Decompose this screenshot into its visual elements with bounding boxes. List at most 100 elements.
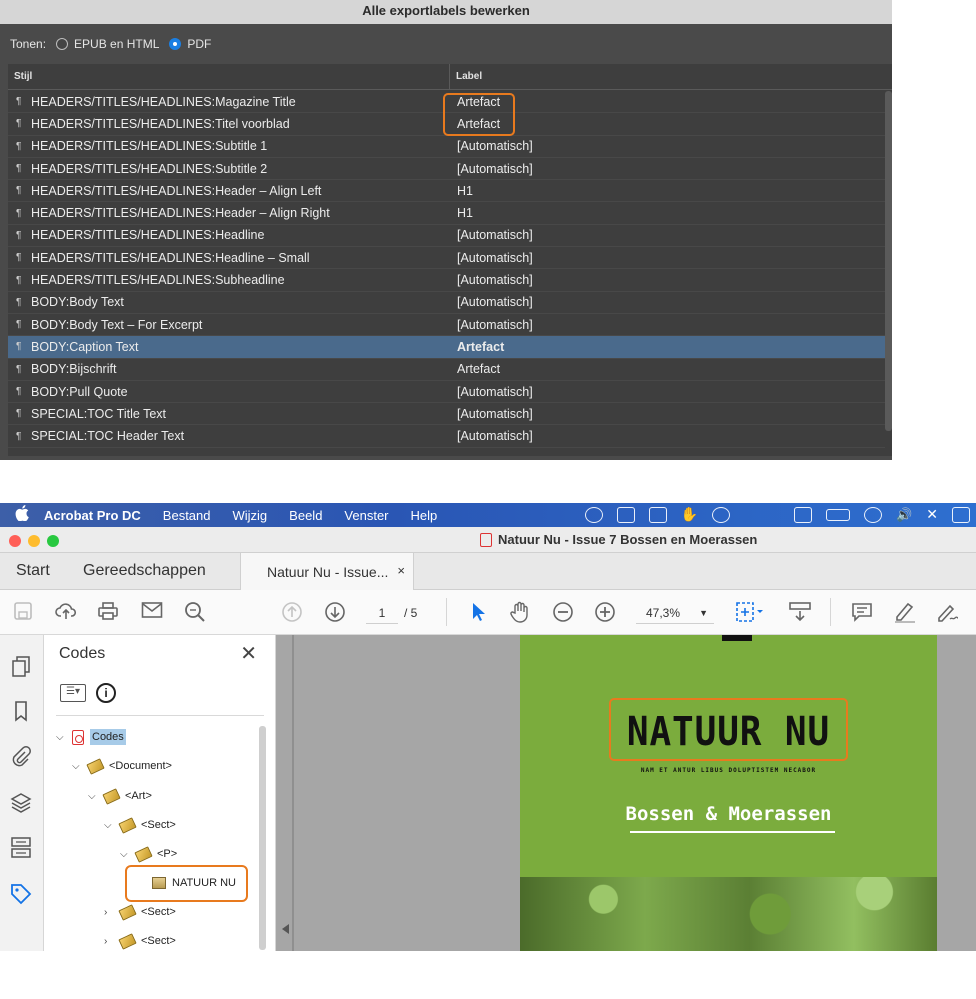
close-window-button[interactable] bbox=[9, 535, 21, 547]
table-row[interactable]: ¶ SPECIAL:TOC Title Text [Automatisch] bbox=[8, 403, 885, 426]
tree-item[interactable]: ⌵ Codes bbox=[56, 726, 126, 748]
zoom-window-button[interactable] bbox=[47, 535, 59, 547]
row-label-value[interactable]: [Automatisch] bbox=[456, 228, 533, 242]
hand-icon[interactable]: ✋ bbox=[681, 506, 698, 523]
tree-item[interactable]: › <Sect> bbox=[104, 930, 176, 952]
table-row[interactable]: ¶ HEADERS/TITLES/HEADLINES:Headline [Autom… bbox=[8, 225, 885, 248]
volume-icon[interactable]: 🔊 bbox=[896, 507, 912, 523]
radio-epub-html[interactable] bbox=[56, 38, 69, 50]
tree-item[interactable]: ⌵ <P> bbox=[120, 843, 177, 865]
menu-window[interactable]: Venster bbox=[344, 508, 388, 523]
menu-view[interactable]: Beeld bbox=[289, 508, 322, 523]
scroll-mode-icon[interactable] bbox=[788, 601, 811, 623]
minimize-window-button[interactable] bbox=[28, 535, 40, 547]
zoom-out-icon[interactable] bbox=[552, 601, 574, 623]
tree-item[interactable]: › <Sect> bbox=[104, 901, 176, 923]
table-row[interactable]: ¶ BODY:Body Text – For Excerpt [Automatisc… bbox=[8, 314, 885, 337]
radio-pdf[interactable] bbox=[169, 38, 182, 50]
table-row[interactable]: ¶ BODY:Bijschrift Artefact bbox=[8, 359, 885, 381]
table-row[interactable]: ¶ BODY:Caption Text Artefact bbox=[8, 336, 885, 359]
row-label-value[interactable]: Artefact bbox=[456, 362, 500, 376]
panel-resize-handle[interactable] bbox=[292, 635, 294, 951]
select-cursor-icon[interactable] bbox=[467, 601, 489, 623]
cloud-upload-icon[interactable] bbox=[55, 601, 77, 623]
zoom-in-icon[interactable] bbox=[594, 601, 616, 623]
row-label-value[interactable]: [Automatisch] bbox=[456, 385, 533, 399]
menu-file[interactable]: Bestand bbox=[163, 508, 211, 523]
row-label-value[interactable]: [Automatisch] bbox=[456, 162, 533, 176]
page-number-input[interactable]: 1 bbox=[366, 602, 398, 624]
close-icon[interactable]: ✕ bbox=[240, 641, 257, 666]
panel-scrollbar[interactable] bbox=[259, 726, 266, 950]
fit-page-icon[interactable] bbox=[735, 601, 763, 623]
apple-menu-icon[interactable] bbox=[0, 504, 44, 526]
chevron-down-icon[interactable]: ⌵ bbox=[88, 791, 98, 802]
row-label-value[interactable]: H1 bbox=[456, 184, 473, 198]
comment-icon[interactable] bbox=[851, 601, 873, 623]
table-row[interactable]: ¶ HEADERS/TITLES/HEADLINES:Subheadline [Au… bbox=[8, 269, 885, 292]
chevron-down-icon[interactable]: ⌵ bbox=[120, 849, 130, 860]
next-page-icon[interactable] bbox=[324, 601, 346, 623]
table-row[interactable]: ¶ BODY:Body Text [Automatisch] bbox=[8, 292, 885, 314]
table-row[interactable]: ¶ BODY:Pull Quote [Automatisch] bbox=[8, 381, 885, 404]
chevron-down-icon[interactable]: ⌵ bbox=[72, 761, 82, 772]
bookmark-icon[interactable] bbox=[10, 700, 32, 722]
network-icon[interactable] bbox=[616, 506, 635, 523]
tree-item[interactable]: ⌵ <Art> bbox=[88, 785, 152, 807]
keyboard-icon[interactable] bbox=[952, 506, 970, 523]
row-label-value[interactable]: H1 bbox=[456, 206, 473, 220]
table-scrollbar[interactable] bbox=[885, 91, 892, 431]
creative-cloud-icon[interactable] bbox=[584, 506, 603, 523]
highlight-pen-icon[interactable] bbox=[893, 601, 915, 623]
column-header-style[interactable]: Stijl bbox=[8, 63, 450, 90]
chevron-down-icon[interactable]: ⌵ bbox=[104, 820, 114, 831]
zoom-level-select[interactable]: 47,3% ▼ bbox=[636, 602, 714, 624]
pdf-page[interactable]: NATUUR NU NAM ET ANTUR LIBUS DOLUPTISTEM… bbox=[520, 635, 937, 951]
chevron-right-icon[interactable]: › bbox=[104, 936, 114, 947]
order-icon[interactable] bbox=[10, 836, 32, 858]
tree-item[interactable]: ⌵ <Document> bbox=[72, 755, 172, 777]
table-row[interactable]: ¶ HEADERS/TITLES/HEADLINES:Subtitle 1 [Aut… bbox=[8, 136, 885, 158]
layers-icon[interactable] bbox=[10, 791, 32, 813]
clock-icon[interactable] bbox=[712, 506, 731, 523]
bluetooth-off-icon[interactable]: ✕ bbox=[926, 506, 938, 523]
menu-edit[interactable]: Wijzig bbox=[233, 508, 268, 523]
close-tab-icon[interactable]: × bbox=[397, 563, 405, 578]
row-label-value[interactable]: [Automatisch] bbox=[456, 273, 533, 287]
row-label-value[interactable]: [Automatisch] bbox=[456, 251, 533, 265]
tab-document[interactable]: Natuur Nu - Issue... × bbox=[240, 553, 414, 590]
options-menu-icon[interactable]: ☰▾ bbox=[60, 684, 86, 702]
mirroring-icon[interactable] bbox=[794, 506, 813, 523]
chevron-right-icon[interactable]: › bbox=[104, 907, 114, 918]
row-label-value[interactable]: Artefact bbox=[456, 340, 504, 354]
time-machine-icon[interactable] bbox=[864, 506, 883, 523]
sign-icon[interactable] bbox=[936, 601, 959, 623]
table-row[interactable]: ¶ HEADERS/TITLES/HEADLINES:Headline – Sma… bbox=[8, 247, 885, 270]
radio-pdf-label[interactable]: PDF bbox=[187, 37, 211, 51]
screen-icon[interactable] bbox=[648, 506, 667, 523]
menu-app-name[interactable]: Acrobat Pro DC bbox=[44, 508, 141, 523]
print-icon[interactable] bbox=[97, 601, 119, 623]
tags-icon[interactable] bbox=[10, 883, 32, 905]
row-label-value[interactable]: [Automatisch] bbox=[456, 318, 533, 332]
column-header-label[interactable]: Label bbox=[450, 71, 482, 82]
save-icon[interactable] bbox=[12, 601, 34, 623]
collapse-panel-icon[interactable] bbox=[282, 924, 289, 934]
search-icon[interactable] bbox=[184, 601, 206, 623]
previous-page-icon[interactable] bbox=[281, 601, 303, 623]
table-row[interactable]: ¶ HEADERS/TITLES/HEADLINES:Header – Align… bbox=[8, 180, 885, 203]
table-row[interactable]: ¶ SPECIAL:TOC Header Text [Automatisch] bbox=[8, 425, 885, 448]
table-row[interactable]: ¶ HEADERS/TITLES/HEADLINES:Subtitle 2 [Aut… bbox=[8, 158, 885, 181]
table-row[interactable]: ¶ HEADERS/TITLES/HEADLINES:Header – Align… bbox=[8, 202, 885, 225]
pages-icon[interactable] bbox=[10, 655, 32, 677]
info-icon[interactable]: i bbox=[96, 683, 116, 703]
row-label-value[interactable]: [Automatisch] bbox=[456, 139, 533, 153]
tab-home[interactable]: Start bbox=[16, 562, 50, 580]
menu-help[interactable]: Help bbox=[411, 508, 438, 523]
attachment-icon[interactable] bbox=[10, 745, 32, 767]
tab-tools[interactable]: Gereedschappen bbox=[83, 562, 206, 580]
chevron-down-icon[interactable]: ⌵ bbox=[56, 732, 66, 743]
row-label-value[interactable]: [Automatisch] bbox=[456, 429, 533, 443]
tree-item[interactable]: ⌵ <Sect> bbox=[104, 814, 176, 836]
row-label-value[interactable]: [Automatisch] bbox=[456, 407, 533, 421]
